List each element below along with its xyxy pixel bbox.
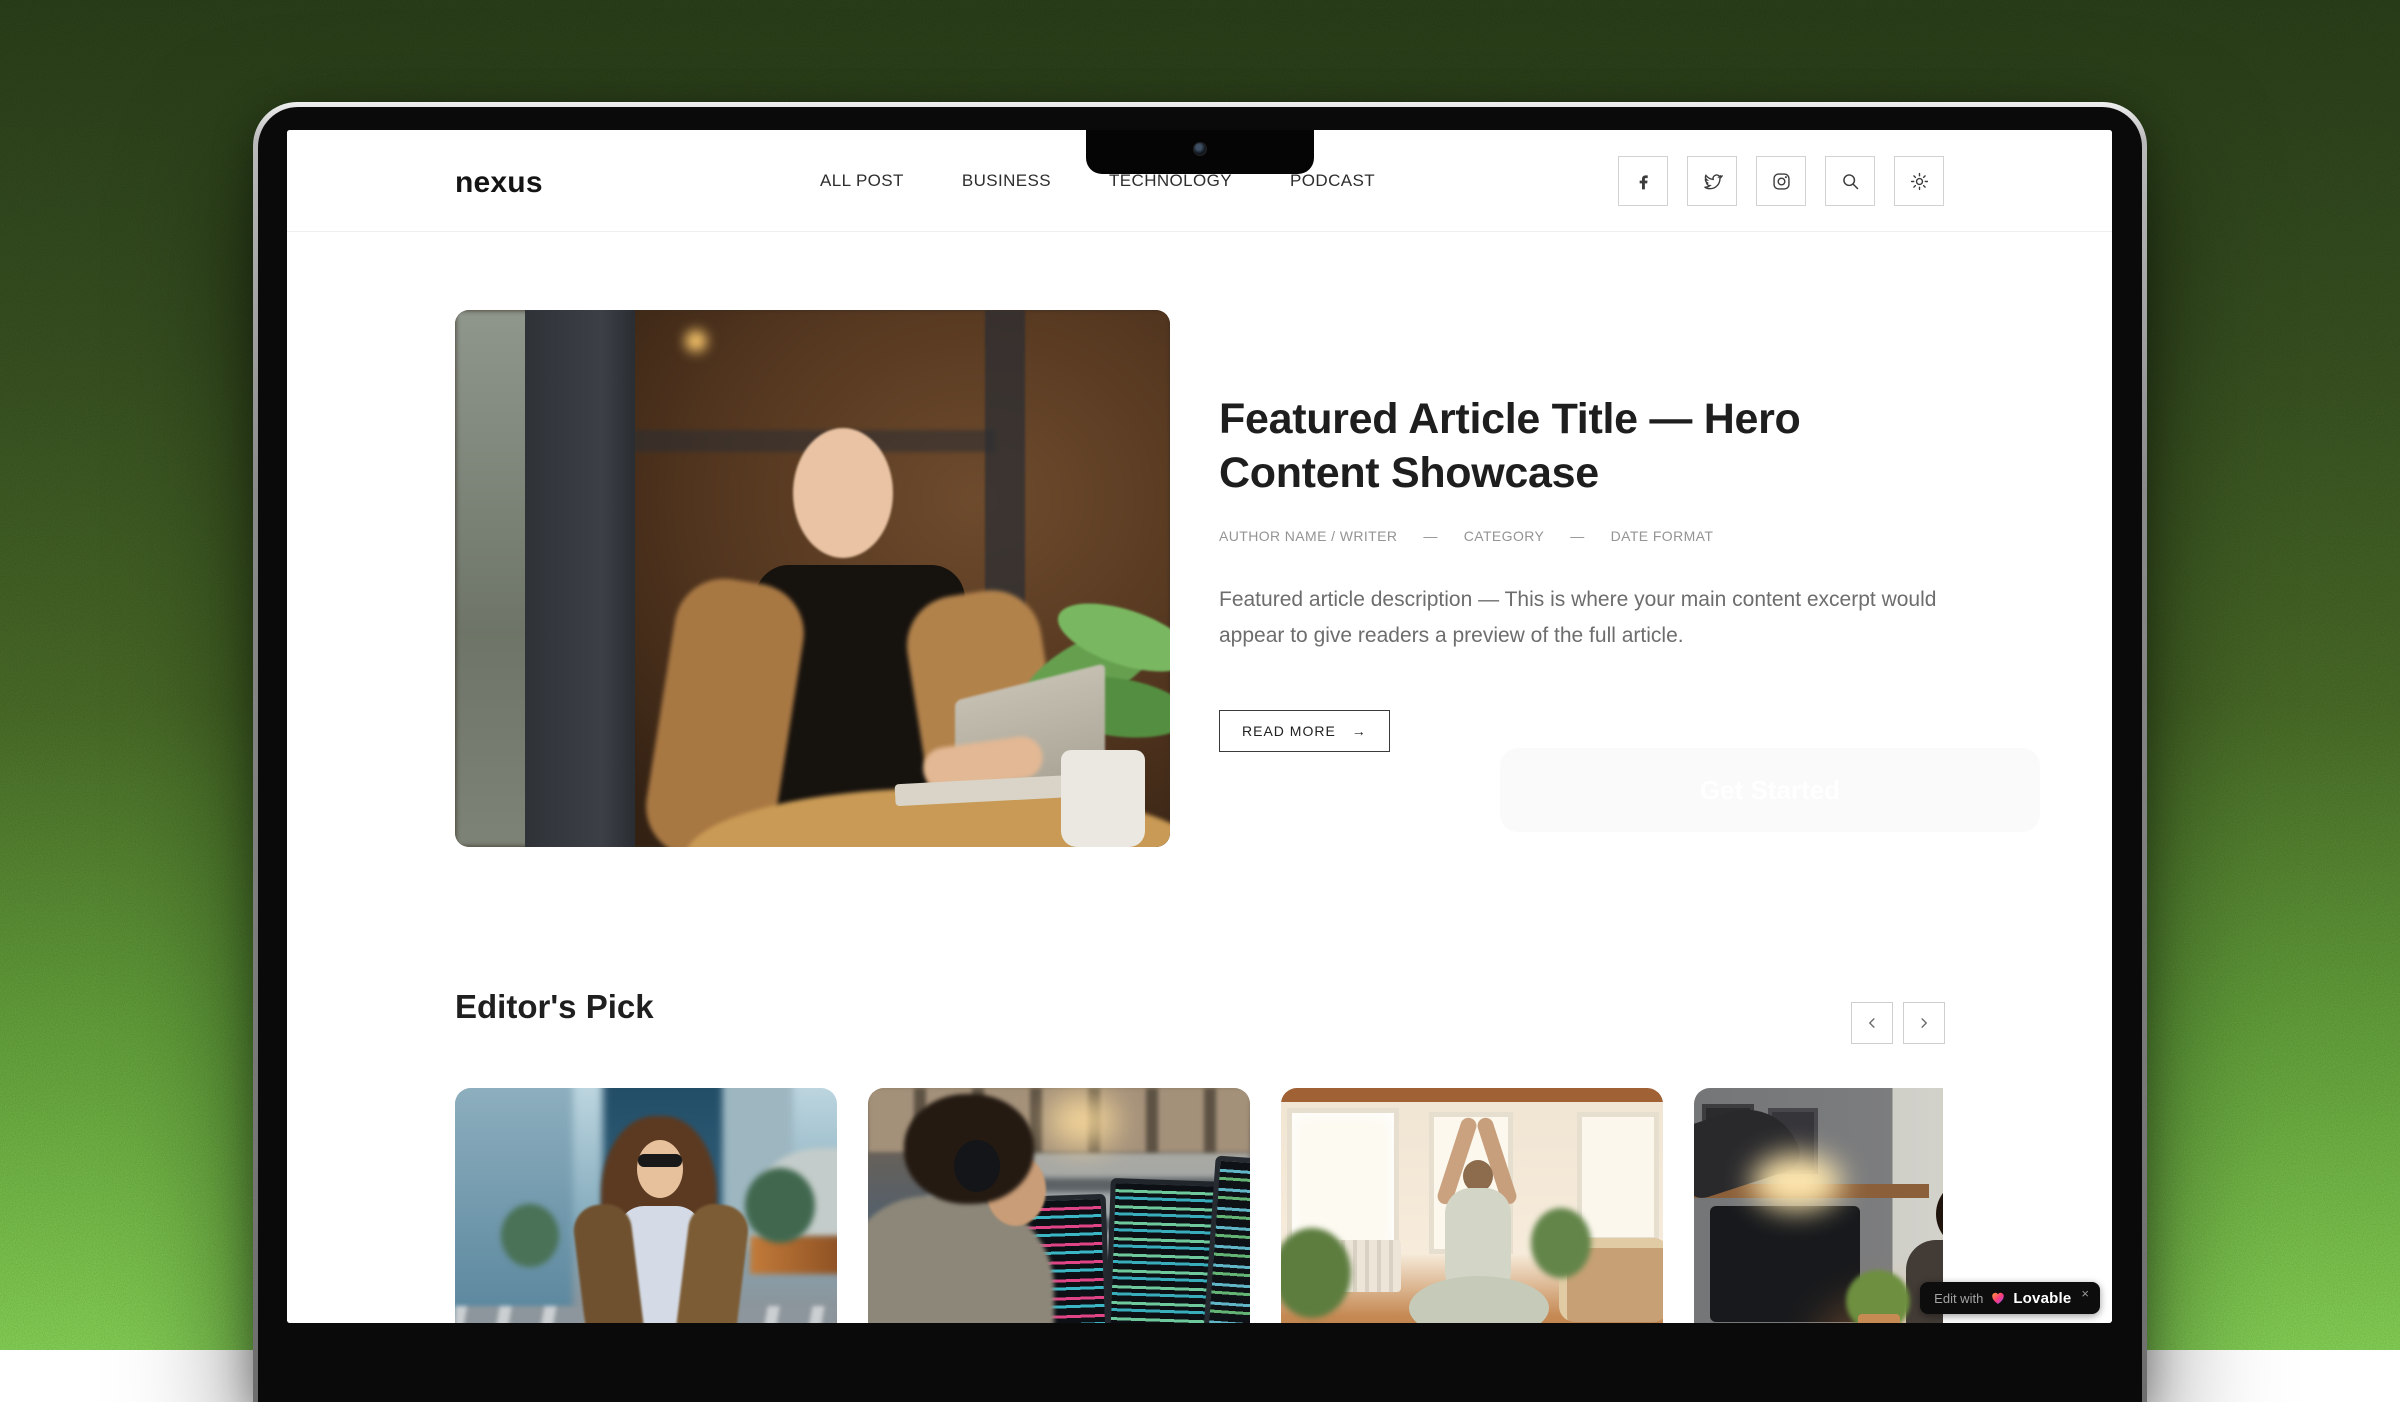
search-button[interactable] — [1825, 156, 1875, 206]
read-more-label: READ MORE — [1242, 723, 1336, 739]
meta-separator: — — [1423, 528, 1437, 544]
featured-article-title[interactable]: Featured Article Title — Hero Content Sh… — [1219, 392, 1943, 500]
card-home-office-photo[interactable] — [1694, 1088, 1943, 1323]
webcam-icon — [1193, 142, 1207, 156]
lovable-heart-icon — [1990, 1290, 2006, 1306]
laptop-screen: nexus ALL POST BUSINESS TECHNOLOGY PODCA… — [287, 130, 2112, 1323]
nav-item-all-post[interactable]: ALL POST — [820, 171, 904, 191]
laptop-mockup: nexus ALL POST BUSINESS TECHNOLOGY PODCA… — [253, 102, 2147, 1402]
twitter-button[interactable] — [1687, 156, 1737, 206]
carousel-next-button[interactable] — [1903, 1002, 1945, 1044]
chevron-right-icon — [1915, 1014, 1933, 1032]
laptop-notch — [1086, 130, 1314, 174]
instagram-button[interactable] — [1756, 156, 1806, 206]
card-developer-workstation-photo[interactable] — [868, 1088, 1250, 1323]
nav-item-business[interactable]: BUSINESS — [962, 171, 1051, 191]
ghost-text: Get Started — [1700, 775, 1840, 806]
carousel-controls — [1851, 1002, 1945, 1044]
header-actions — [1618, 156, 1944, 206]
theme-toggle-button[interactable] — [1894, 156, 1944, 206]
chevron-left-icon — [1863, 1014, 1881, 1032]
card-yoga-at-home-photo[interactable] — [1281, 1088, 1663, 1323]
featured-article-photo[interactable] — [455, 310, 1170, 847]
meta-separator: — — [1570, 528, 1584, 544]
facebook-button[interactable] — [1618, 156, 1668, 206]
card-street-style-photo[interactable] — [455, 1088, 837, 1323]
search-icon — [1840, 171, 1861, 192]
carousel-prev-button[interactable] — [1851, 1002, 1893, 1044]
read-more-button[interactable]: READ MORE → — [1219, 710, 1390, 752]
nexus-website: nexus ALL POST BUSINESS TECHNOLOGY PODCA… — [287, 130, 2112, 1323]
carousel-track — [455, 1088, 1943, 1323]
ghost-overlay: Get Started — [1500, 748, 2040, 832]
nav-item-podcast[interactable]: PODCAST — [1290, 171, 1375, 191]
date-label: DATE FORMAT — [1611, 528, 1714, 544]
theme-sun-icon — [1909, 171, 1930, 192]
badge-prefix: Edit with — [1934, 1291, 1983, 1306]
author-name[interactable]: AUTHOR NAME / WRITER — [1219, 528, 1397, 544]
featured-article-meta: AUTHOR NAME / WRITER — CATEGORY — DATE F… — [1219, 528, 1943, 544]
lovable-badge[interactable]: Edit with Lovable × — [1920, 1282, 2100, 1314]
featured-article-description: Featured article description — This is w… — [1219, 582, 1943, 654]
site-logo[interactable]: nexus — [455, 166, 543, 200]
nav-item-technology[interactable]: TECHNOLOGY — [1109, 171, 1232, 191]
badge-close-icon[interactable]: × — [2081, 1286, 2089, 1301]
instagram-icon — [1771, 171, 1792, 192]
editors-pick-heading: Editor's Pick — [455, 988, 654, 1026]
featured-article-content: Featured Article Title — Hero Content Sh… — [1219, 392, 1943, 752]
facebook-icon — [1633, 171, 1654, 192]
laptop-bezel: nexus ALL POST BUSINESS TECHNOLOGY PODCA… — [258, 107, 2142, 1402]
badge-brand: Lovable — [2013, 1290, 2071, 1307]
editors-pick-carousel — [455, 1088, 1943, 1323]
arrow-right-icon: → — [1352, 723, 1367, 739]
category-label[interactable]: CATEGORY — [1464, 528, 1544, 544]
twitter-icon — [1702, 171, 1723, 192]
